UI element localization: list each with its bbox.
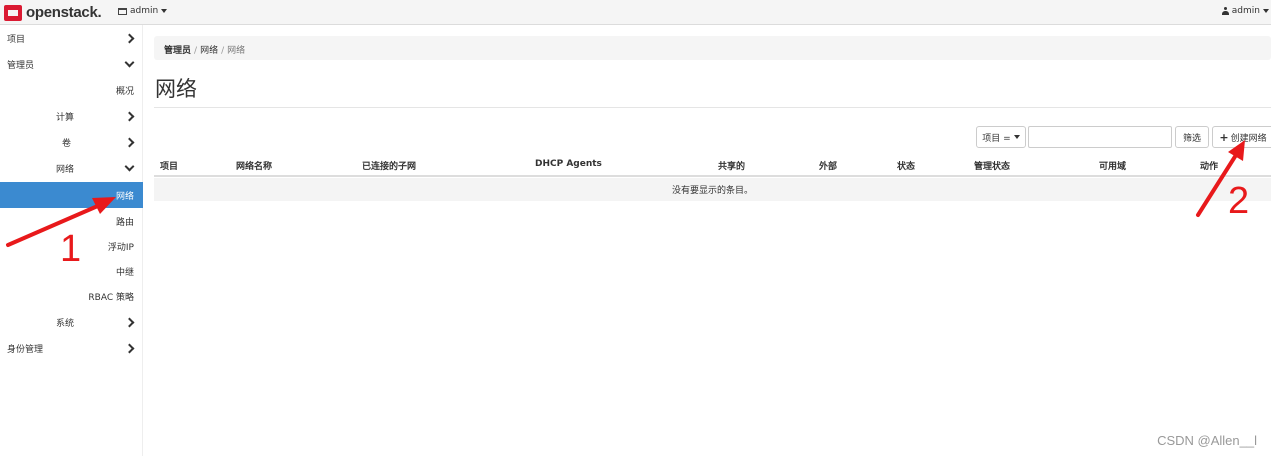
sidebar-item-volume[interactable]: 卷 — [0, 129, 143, 155]
project-icon — [118, 7, 127, 15]
sidebar-item-rbac[interactable]: RBAC 策略 — [0, 283, 143, 309]
caret-down-icon — [1013, 135, 1020, 139]
breadcrumb: 管理员 / 网络 / 网络 — [154, 36, 1271, 60]
breadcrumb-item-admin[interactable]: 管理员 — [164, 46, 191, 56]
logo-text: openstack. — [26, 4, 102, 21]
chevron-down-icon — [124, 57, 135, 68]
chevron-right-icon — [124, 33, 135, 44]
create-network-button[interactable]: + 创建网络 — [1212, 126, 1271, 148]
breadcrumb-separator: / — [194, 46, 198, 56]
filter-button[interactable]: 筛选 — [1175, 126, 1209, 148]
sidebar-item-label: 计算 — [56, 112, 75, 123]
sidebar-item-label: 概况 — [115, 86, 134, 97]
table-header: 项目 网络名称 已连接的子网 DHCP Agents 共享的 外部 状态 管理状… — [154, 155, 1271, 177]
sidebar-item-label: 卷 — [62, 138, 72, 149]
column-header-shared[interactable]: 共享的 — [718, 159, 745, 172]
user-icon — [1221, 7, 1229, 15]
sidebar-item-label: 中继 — [115, 267, 134, 278]
sidebar-item-network[interactable]: 网络 — [0, 155, 143, 181]
filter-field-select[interactable]: 项目 = — [976, 126, 1026, 148]
sidebar-item-label: 系统 — [56, 318, 75, 329]
sidebar-item-label: 管理员 — [7, 60, 35, 71]
sidebar-item-label: 身份管理 — [7, 344, 44, 355]
column-header-dhcp-agents[interactable]: DHCP Agents — [535, 159, 602, 169]
filter-input[interactable] — [1028, 126, 1172, 148]
column-header-subnets[interactable]: 已连接的子网 — [362, 159, 416, 172]
filter-field-label: 项目 = — [982, 133, 1011, 144]
watermark: CSDN @Allen__l — [1157, 433, 1257, 448]
page-title: 网络 — [155, 77, 197, 101]
breadcrumb-separator: / — [221, 46, 225, 56]
sidebar-item-label: 项目 — [7, 34, 26, 45]
openstack-logo[interactable]: openstack. — [4, 3, 102, 22]
sidebar-item-system[interactable]: 系统 — [0, 309, 143, 335]
create-network-label: 创建网络 — [1230, 133, 1267, 144]
user-label: admin — [1231, 6, 1260, 16]
sidebar-item-project[interactable]: 项目 — [0, 25, 143, 51]
chevron-right-icon — [124, 317, 135, 328]
column-header-status[interactable]: 状态 — [897, 159, 915, 172]
sidebar-item-admin[interactable]: 管理员 — [0, 51, 143, 77]
chevron-right-icon — [124, 343, 135, 354]
caret-down-icon — [161, 9, 168, 13]
sidebar-item-label: 网络 — [115, 191, 134, 202]
sidebar-item-label: 路由 — [115, 217, 134, 228]
breadcrumb-item-current: 网络 — [227, 46, 246, 56]
project-label: admin — [130, 6, 159, 16]
annotation-overlay — [6, 140, 1245, 247]
title-divider — [154, 107, 1271, 108]
caret-down-icon — [1263, 9, 1269, 13]
project-selector[interactable]: admin — [118, 6, 168, 16]
openstack-logo-icon — [4, 4, 22, 21]
column-header-admin-state[interactable]: 管理状态 — [974, 159, 1010, 172]
annotation-label-2: 2 — [1228, 180, 1250, 222]
column-header-external[interactable]: 外部 — [819, 159, 837, 172]
column-header-actions: 动作 — [1200, 162, 1219, 172]
column-header-project[interactable]: 项目 — [160, 159, 178, 172]
chevron-right-icon — [124, 137, 135, 148]
sidebar-item-label: 浮动IP — [107, 242, 134, 253]
empty-message: 没有要显示的条目。 — [671, 186, 753, 196]
breadcrumb-item-network[interactable]: 网络 — [200, 46, 218, 56]
chevron-right-icon — [124, 111, 135, 122]
plus-icon: + — [1219, 130, 1229, 144]
column-header-availability-zones[interactable]: 可用域 — [1099, 159, 1126, 172]
sidebar-item-label: 网络 — [56, 164, 75, 175]
sidebar-item-compute[interactable]: 计算 — [0, 103, 143, 129]
chevron-down-icon — [124, 161, 135, 172]
sidebar-item-overview[interactable]: 概况 — [0, 77, 143, 103]
column-header-network-name[interactable]: 网络名称 — [236, 159, 272, 172]
table-empty-row: 没有要显示的条目。 — [154, 178, 1271, 201]
sidebar-item-identity[interactable]: 身份管理 — [0, 335, 143, 361]
user-menu[interactable]: admin — [1221, 6, 1269, 16]
top-navbar: openstack. admin admin — [0, 0, 1271, 25]
annotation-label-1: 1 — [60, 228, 82, 270]
sidebar-item-label: RBAC 策略 — [88, 292, 134, 303]
sidebar-item-networks[interactable]: 网络 — [0, 182, 143, 208]
